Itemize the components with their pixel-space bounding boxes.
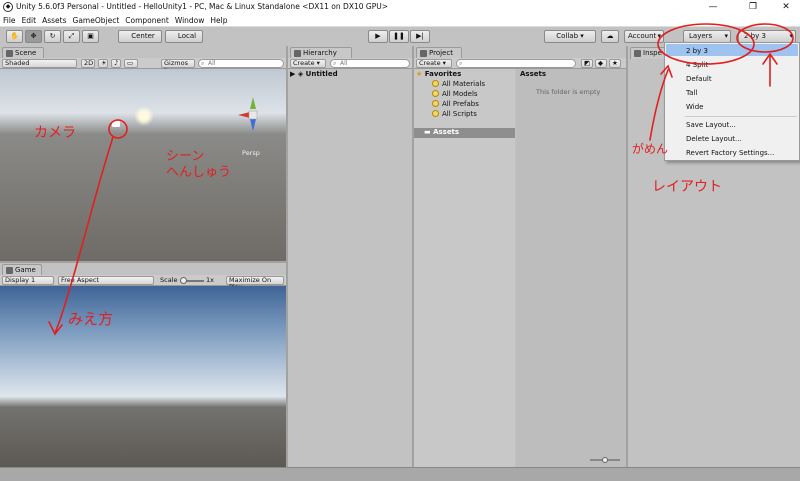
annotation-screen: がめん [632, 142, 669, 156]
camera-arrowhead [48, 321, 63, 336]
camera-circle [108, 119, 128, 139]
annotation-camera: カメラ [34, 125, 76, 141]
annotation-view: みえ方 [68, 310, 114, 328]
screen-arrow [649, 64, 673, 141]
layout-button-circle [736, 23, 794, 53]
annotation-layer [48, 23, 794, 336]
layout-arrow [762, 52, 778, 87]
camera-arrow [54, 136, 114, 334]
annotation-scene-edit: シーン へんしゅう [166, 149, 232, 180]
annotation-layout: レイアウト [652, 179, 722, 195]
